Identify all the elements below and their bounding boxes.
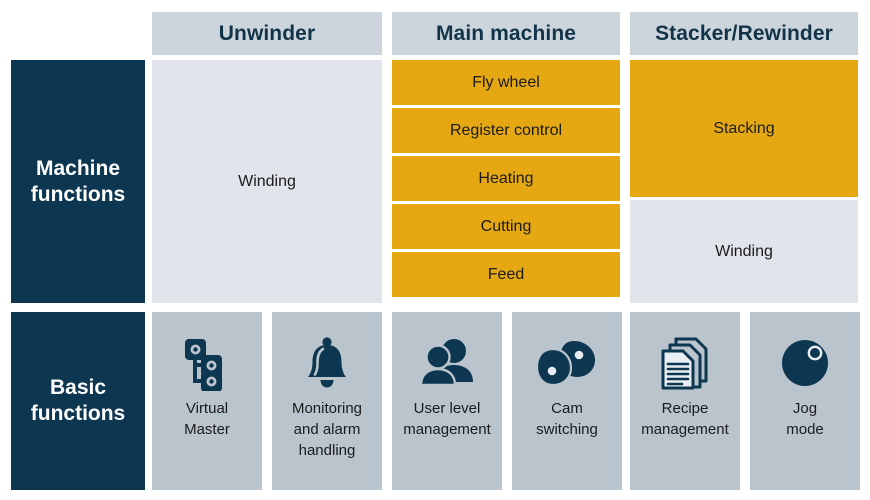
hierarchy-nodes-icon: [174, 334, 240, 392]
column-header-stacker-rewinder: Stacker/Rewinder: [630, 12, 858, 55]
basic-function-label: Cam switching: [536, 400, 598, 438]
basic-function-card-cam-switching[interactable]: Cam switching: [512, 312, 622, 490]
machine-function-unwinder-winding[interactable]: Winding: [152, 60, 382, 303]
basic-function-label: Jog mode: [786, 400, 824, 438]
machine-function-register-control[interactable]: Register control: [392, 108, 620, 153]
machine-function-cutting[interactable]: Cutting: [392, 204, 620, 249]
basic-function-card-recipe-management[interactable]: Recipe management: [630, 312, 740, 490]
basic-function-label: Monitoring and alarm handling: [291, 400, 363, 459]
cams-icon: [534, 334, 600, 392]
machine-function-stacker-winding[interactable]: Winding: [630, 200, 858, 303]
machine-function-fly-wheel[interactable]: Fly wheel: [392, 60, 620, 105]
basic-function-label: Recipe management: [641, 400, 729, 438]
machine-function-stacking[interactable]: Stacking: [630, 60, 858, 197]
basic-function-card-virtual-master[interactable]: Virtual Master: [152, 312, 262, 490]
column-header-unwinder: Unwinder: [152, 12, 382, 55]
users-icon: [414, 334, 480, 392]
basic-function-card-jog-mode[interactable]: Jog mode: [750, 312, 860, 490]
row-label-machine-functions: Machine functions: [11, 60, 145, 303]
documents-stack-icon: [652, 334, 718, 392]
jog-dial-icon: [772, 334, 838, 392]
row-label-basic-functions: Basic functions: [11, 312, 145, 490]
column-header-main-machine: Main machine: [392, 12, 620, 55]
basic-function-label: User level management: [403, 400, 491, 438]
machine-function-feed[interactable]: Feed: [392, 252, 620, 297]
machine-function-heating[interactable]: Heating: [392, 156, 620, 201]
bell-icon: [294, 334, 360, 392]
basic-function-card-user-level-management[interactable]: User level management: [392, 312, 502, 490]
machine-function-matrix: Unwinder Main machine Stacker/Rewinder M…: [0, 0, 870, 500]
basic-function-label: Virtual Master: [184, 400, 230, 438]
basic-function-card-monitoring-alarm[interactable]: Monitoring and alarm handling: [272, 312, 382, 490]
